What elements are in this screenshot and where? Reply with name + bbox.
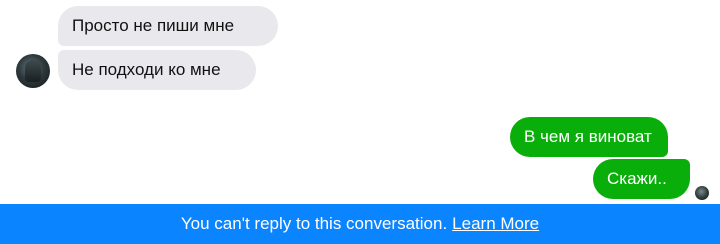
incoming-message-bubble[interactable]: Не подходи ко мне: [58, 50, 256, 90]
outgoing-message-bubble[interactable]: В чем я виноват: [510, 117, 668, 157]
reply-disabled-banner: You can't reply to this conversation. Le…: [0, 204, 720, 244]
message-text: Просто не пиши мне: [72, 16, 235, 35]
chat-thread: Просто не пиши мне Не подходи ко мне В ч…: [0, 0, 720, 204]
message-text: В чем я виноват: [524, 127, 652, 146]
outgoing-message-bubble[interactable]: Скажи..: [593, 159, 690, 199]
banner-message: You can't reply to this conversation.: [180, 214, 448, 233]
avatar-figure: [25, 60, 41, 82]
incoming-message-bubble[interactable]: Просто не пиши мне: [58, 6, 278, 46]
message-text: Не подходи ко мне: [72, 60, 221, 79]
read-receipt-avatar-icon: [695, 186, 709, 200]
contact-avatar-icon[interactable]: [16, 54, 50, 88]
message-text: Скажи..: [607, 169, 667, 188]
learn-more-link[interactable]: Learn More: [452, 214, 539, 234]
